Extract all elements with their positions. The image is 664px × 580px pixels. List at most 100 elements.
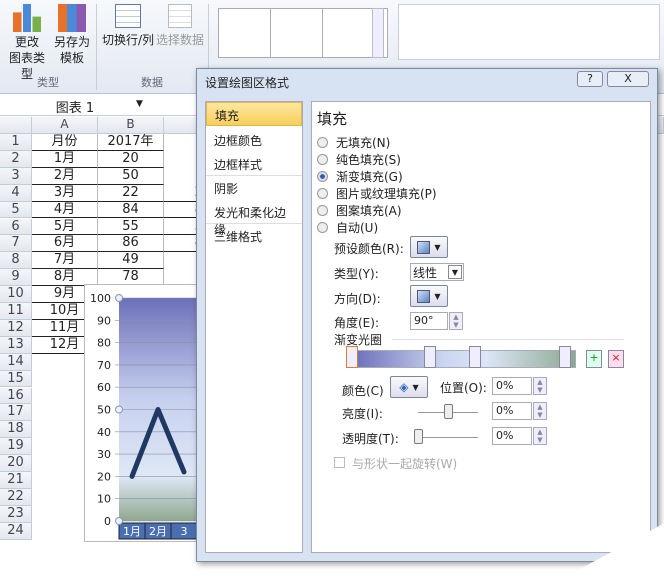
row-header[interactable]: 2 [0,151,32,168]
change-chart-type-button[interactable]: 更改 图表类型 [4,4,50,82]
switch-row-column-button[interactable]: 切换行/列 [100,4,156,48]
row-header[interactable]: 12 [0,320,32,337]
nav-shadow[interactable]: 阴影 [206,176,302,200]
selection-handle [116,295,123,302]
cell[interactable]: 22 [98,185,164,202]
position-spinner[interactable]: ▲▼ [533,377,547,395]
cell[interactable]: 7月 [32,252,98,269]
gradient-stop[interactable] [346,346,358,368]
row-header[interactable]: 19 [0,438,32,455]
cell[interactable]: 5月 [32,219,98,236]
transparency-slider[interactable] [414,429,423,444]
radio-button[interactable] [317,188,328,199]
help-button[interactable]: ? [577,71,603,87]
column-header[interactable]: B [98,117,164,134]
nav-border-color[interactable]: 边框颜色 [206,128,302,152]
cell[interactable]: 3月 [32,185,98,202]
row-header[interactable]: 17 [0,404,32,421]
row-header[interactable]: 24 [0,523,32,540]
row-header[interactable]: 7 [0,235,32,252]
row-header[interactable]: 14 [0,354,32,371]
save-as-template-button[interactable]: 另存为 模板 [52,4,92,66]
row-header[interactable]: 1 [0,134,32,151]
row-header[interactable]: 10 [0,286,32,303]
row-header[interactable]: 21 [0,472,32,489]
fill-option[interactable]: 自动(U) [317,219,437,236]
nav-fill[interactable]: 填充 [206,102,302,126]
fill-panel: 填充 无填充(N)纯色填充(S)渐变填充(G)图片或纹理填充(P)图案填充(A)… [311,101,651,553]
row-header[interactable]: 6 [0,219,32,236]
cell[interactable]: 20 [98,151,164,168]
select-data-button[interactable]: 选择数据 [156,4,204,48]
row-header[interactable]: 15 [0,371,32,388]
brightness-spinner[interactable]: ▲▼ [533,402,547,420]
cell[interactable]: 86 [98,235,164,252]
fill-option[interactable]: 无填充(N) [317,134,437,151]
row-header[interactable]: 5 [0,202,32,219]
cell[interactable]: 月份 [32,134,98,151]
direction-dropdown[interactable]: ▼ [410,285,448,307]
cell[interactable]: 50 [98,168,164,185]
fill-option[interactable]: 图片或纹理填充(P) [317,185,437,202]
row-header[interactable]: 13 [0,337,32,354]
remove-stop-button[interactable]: × [608,350,624,368]
row-header[interactable]: 3 [0,168,32,185]
cell[interactable]: 55 [98,219,164,236]
select-all[interactable] [0,117,32,134]
row-header[interactable]: 4 [0,185,32,202]
gradient-stop[interactable] [424,346,436,368]
cell[interactable]: 6月 [32,235,98,252]
radio-button[interactable] [317,171,328,182]
radio-button[interactable] [317,205,328,216]
radio-button[interactable] [317,154,328,165]
color-dropdown[interactable]: ◈▼ [390,376,428,398]
position-input[interactable]: 0% [492,377,532,395]
angle-spinner[interactable]: ▲▼ [449,312,463,330]
cell[interactable]: 2017年 [98,134,164,151]
radio-button[interactable] [317,222,328,233]
row-header[interactable]: 9 [0,269,32,286]
name-box[interactable]: 图表 1 [2,97,148,115]
row-header[interactable]: 22 [0,489,32,506]
row-header[interactable]: 8 [0,252,32,269]
column-header[interactable]: A [32,117,98,134]
chart-styles-gallery[interactable] [398,4,660,60]
cell[interactable]: 2月 [32,168,98,185]
brightness-slider[interactable] [444,404,453,419]
cell[interactable]: 84 [98,202,164,219]
row-header[interactable]: 16 [0,388,32,405]
nav-glow-soft-edges[interactable]: 发光和柔化边缘 [206,200,302,224]
cell[interactable]: 1月 [32,151,98,168]
transparency-input[interactable]: 0% [492,427,532,445]
row-header[interactable]: 18 [0,421,32,438]
chart-object[interactable]: 01020304050607080901001月2月3 [84,284,200,542]
type-select[interactable]: 线性▼ [410,263,464,281]
radio-button[interactable] [317,137,328,148]
nav-border-style[interactable]: 边框样式 [206,152,302,176]
fill-option[interactable]: 渐变填充(G) [317,168,437,185]
gradient-stop[interactable] [469,346,481,368]
cell[interactable]: 49 [98,252,164,269]
transparency-spinner[interactable]: ▲▼ [533,427,547,445]
gradient-stops-bar[interactable] [352,350,576,368]
fill-option[interactable]: 纯色填充(S) [317,151,437,168]
fill-option[interactable]: 图案填充(A) [317,202,437,219]
transparency-slider-track[interactable] [418,437,478,438]
preset-colors-dropdown[interactable]: ▼ [410,236,448,258]
cell[interactable]: 4月 [32,202,98,219]
dropdown-arrow-icon[interactable]: ▼ [136,99,143,109]
rotate-with-shape-checkbox[interactable] [334,457,345,468]
brightness-input[interactable]: 0% [492,402,532,420]
row-header[interactable]: 20 [0,455,32,472]
angle-input[interactable]: 90° [410,312,448,330]
add-stop-button[interactable]: + [586,350,602,368]
gradient-stop[interactable] [559,346,571,368]
y-tick-label: 100 [90,292,111,305]
close-button[interactable]: X [607,71,649,87]
row-header[interactable]: 23 [0,506,32,523]
nav-3d-format[interactable]: 三维格式 [206,224,302,248]
label: 选择数据 [156,32,204,48]
row-header[interactable]: 11 [0,303,32,320]
gallery-scroll[interactable] [372,8,384,58]
y-tick-label: 30 [97,448,111,461]
